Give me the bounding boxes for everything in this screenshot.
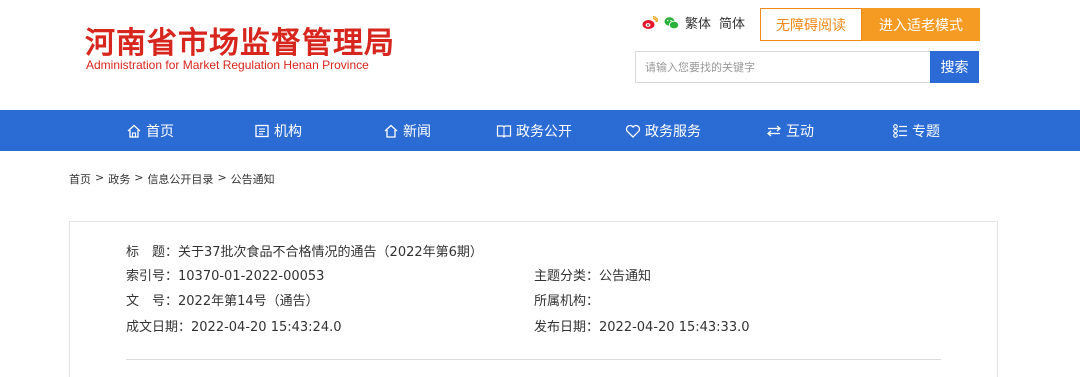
nav-item-label: 机构	[274, 123, 302, 140]
nav-item-label: 政务公开	[516, 123, 572, 140]
lang-traditional-link[interactable]: 繁体	[685, 13, 711, 32]
nav-item-label: 政务服务	[645, 123, 701, 140]
doc-created-value: 2022-04-20 15:43:24.0	[191, 320, 342, 335]
doc-number-value: 2022年第14号（通告）	[178, 294, 319, 309]
doc-published-label: 发布日期：	[534, 320, 600, 335]
breadcrumb-home[interactable]: 首页	[69, 171, 91, 187]
site-logo-title[interactable]: 河南省市场监督管理局	[85, 18, 395, 62]
home-icon	[126, 123, 142, 139]
doc-created-label: 成文日期：	[126, 320, 192, 335]
doc-org-label: 所属机构：	[534, 294, 600, 309]
breadcrumb: 首页 > 政务 > 信息公开目录 > 公告通知	[69, 171, 279, 187]
exchange-icon	[766, 123, 782, 139]
doc-number-field: 文 号：2022年第14号（通告）	[126, 290, 319, 309]
wechat-icon[interactable]	[664, 15, 679, 30]
search-button[interactable]: 搜索	[930, 51, 979, 83]
breadcrumb-separator: >	[134, 171, 144, 184]
nav-item-gov-open[interactable]: 政务公开	[496, 110, 572, 151]
breadcrumb-catalog[interactable]: 信息公开目录	[147, 171, 213, 187]
doc-title-value: 关于37批次食品不合格情况的通告（2022年第6期）	[178, 245, 483, 260]
social-lang-bar: 繁体 简体	[642, 13, 753, 32]
doc-published-value: 2022-04-20 15:43:33.0	[599, 320, 750, 335]
search-input[interactable]	[635, 51, 931, 83]
nav-item-home[interactable]: 首页	[126, 110, 174, 151]
doc-category-label: 主题分类：	[534, 269, 600, 284]
breadcrumb-gov[interactable]: 政务	[108, 171, 130, 187]
doc-number-label: 文 号：	[126, 294, 179, 309]
nav-item-interact[interactable]: 互动	[766, 110, 814, 151]
breadcrumb-separator: >	[217, 171, 227, 184]
weibo-icon[interactable]	[642, 15, 659, 29]
site-logo-subtitle: Administration for Market Regulation Hen…	[86, 58, 369, 72]
main-nav: 首页 机构 新闻 政务公开 政务服务 互动 专题	[0, 110, 1080, 151]
doc-title-field: 标 题：关于37批次食品不合格情况的通告（2022年第6期）	[126, 241, 483, 260]
elderly-mode-button[interactable]: 进入适老模式	[862, 8, 980, 41]
document-info-panel: 标 题：关于37批次食品不合格情况的通告（2022年第6期） 索引号：10370…	[69, 221, 998, 377]
nav-item-org[interactable]: 机构	[254, 110, 302, 151]
doc-published-field: 发布日期：2022-04-20 15:43:33.0	[534, 316, 750, 335]
accessible-reading-button[interactable]: 无障碍阅读	[760, 8, 862, 41]
org-icon	[254, 123, 270, 139]
info-divider	[126, 359, 941, 360]
doc-created-field: 成文日期：2022-04-20 15:43:24.0	[126, 316, 342, 335]
nav-item-label: 专题	[912, 123, 940, 140]
nav-item-label: 新闻	[403, 123, 431, 140]
news-icon	[383, 123, 399, 139]
site-header: 河南省市场监督管理局 Administration for Market Reg…	[0, 0, 1080, 110]
doc-org-field: 所属机构：	[534, 290, 599, 309]
nav-item-label: 互动	[786, 123, 814, 140]
heart-icon	[625, 123, 641, 139]
breadcrumb-separator: >	[95, 171, 105, 184]
lang-simplified-link[interactable]: 简体	[719, 13, 745, 32]
nav-item-gov-service[interactable]: 政务服务	[625, 110, 701, 151]
topic-icon	[892, 123, 908, 139]
gov-open-icon	[496, 123, 512, 139]
doc-category-field: 主题分类：公告通知	[534, 265, 651, 284]
nav-item-news[interactable]: 新闻	[383, 110, 431, 151]
doc-category-value: 公告通知	[599, 269, 652, 284]
nav-item-label: 首页	[146, 123, 174, 140]
doc-title-label: 标 题：	[126, 245, 179, 260]
doc-index-label: 索引号：	[126, 269, 179, 284]
breadcrumb-notice[interactable]: 公告通知	[231, 171, 275, 187]
doc-index-value: 10370-01-2022-00053	[178, 269, 325, 284]
nav-item-topic[interactable]: 专题	[892, 110, 940, 151]
doc-index-field: 索引号：10370-01-2022-00053	[126, 265, 324, 284]
